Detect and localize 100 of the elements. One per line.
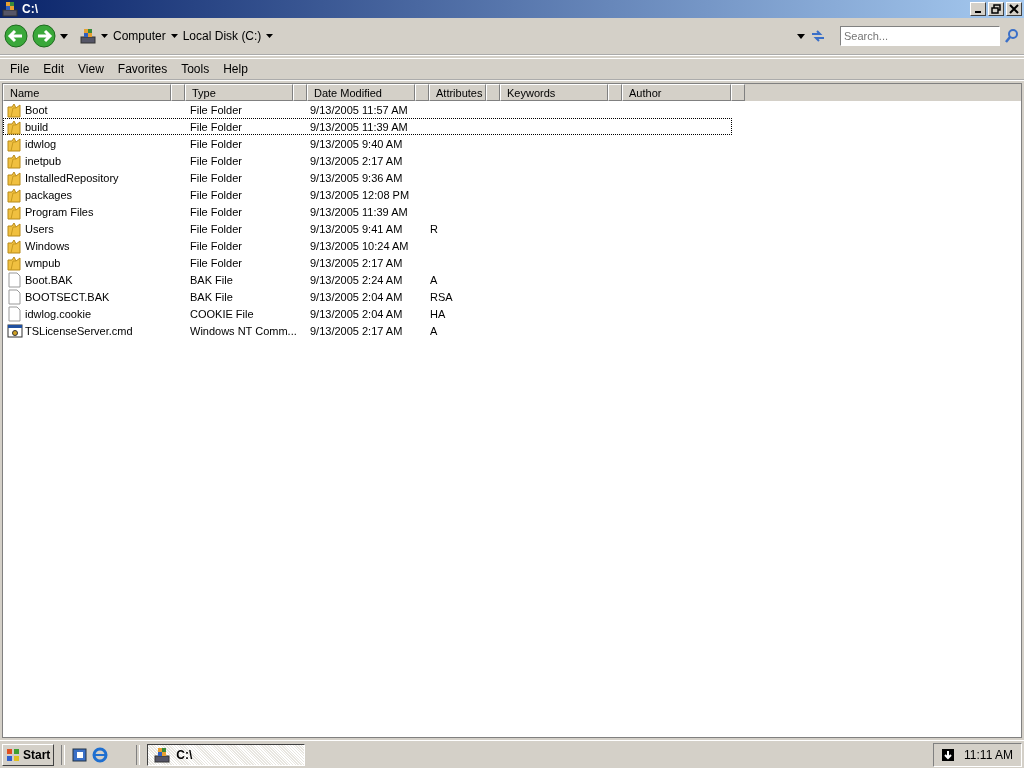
file-name[interactable]: Boot <box>25 103 48 116</box>
menu-item[interactable]: File <box>3 62 37 76</box>
column-header[interactable]: Name <box>3 84 171 101</box>
file-name[interactable]: BOOTSECT.BAK <box>25 290 110 303</box>
command-icon <box>7 322 23 339</box>
caret-icon[interactable] <box>170 34 178 38</box>
table-row[interactable]: InstalledRepository File Folder 9/13/2005 9:36 AM <box>3 169 732 186</box>
windows-logo-icon <box>6 747 20 762</box>
table-row[interactable]: build File Folder 9/13/2005 11:39 AM <box>3 118 732 135</box>
table-cell: File Folder <box>190 120 242 133</box>
table-row[interactable]: Boot File Folder 9/13/2005 11:57 AM <box>3 101 732 118</box>
folder-icon <box>7 186 23 203</box>
column-header[interactable]: Author <box>622 84 731 101</box>
table-cell: File Folder <box>190 188 242 201</box>
start-button[interactable]: Start <box>2 743 55 766</box>
refresh-icon[interactable] <box>810 28 826 44</box>
browser-icon[interactable] <box>92 746 109 763</box>
caret-icon[interactable] <box>60 33 68 39</box>
table-cell: BAK File <box>190 290 233 303</box>
breadcrumb[interactable]: Local Disk (C:) <box>182 29 262 43</box>
search-icon[interactable] <box>1004 28 1020 44</box>
file-icon <box>7 305 23 322</box>
file-icon <box>7 271 23 288</box>
file-name[interactable]: idwlog.cookie <box>25 307 92 320</box>
window-title: C:\ <box>22 2 39 16</box>
show-desktop-icon[interactable] <box>72 746 89 763</box>
breadcrumb[interactable]: Computer <box>113 29 166 43</box>
file-name[interactable]: Program Files <box>25 205 94 218</box>
folder-icon <box>7 135 23 152</box>
folder-icon <box>7 118 23 135</box>
file-name[interactable]: Boot.BAK <box>25 273 73 286</box>
file-name[interactable]: InstalledRepository <box>25 171 119 184</box>
table-cell: COOKIE File <box>190 307 254 320</box>
table-cell: File Folder <box>190 205 242 218</box>
table-cell: File Folder <box>190 137 242 150</box>
close-icon <box>1009 4 1019 14</box>
table-row[interactable]: packages File Folder 9/13/2005 12:08 PM <box>3 186 732 203</box>
folder-icon <box>7 203 23 220</box>
table-cell: 9/13/2005 11:39 AM <box>310 205 408 218</box>
column-header[interactable]: Date Modified <box>307 84 415 101</box>
table-row[interactable]: Boot.BAK BAK File 9/13/2005 2:24 AM A <box>3 271 732 288</box>
address-bar[interactable]: Computer Local Disk (C:) <box>76 24 830 48</box>
table-cell: File Folder <box>190 239 242 252</box>
drive-icon <box>2 1 18 17</box>
menu-item[interactable]: Edit <box>36 62 72 76</box>
close-button[interactable] <box>1006 2 1022 16</box>
minimize-button[interactable] <box>970 2 986 16</box>
file-name[interactable]: wmpub <box>25 256 61 269</box>
back-icon[interactable] <box>4 24 28 48</box>
drive-icon <box>154 746 171 763</box>
table-cell: 9/13/2005 2:04 AM <box>310 307 403 320</box>
table-row[interactable]: Program Files File Folder 9/13/2005 11:39 AM <box>3 203 732 220</box>
menu-item[interactable]: Tools <box>174 62 217 76</box>
table-row[interactable]: inetpub File Folder 9/13/2005 2:17 AM <box>3 152 732 169</box>
table-cell: 9/13/2005 2:24 AM <box>310 273 403 286</box>
download-icon[interactable] <box>942 748 955 761</box>
table-row[interactable]: Windows File Folder 9/13/2005 10:24 AM <box>3 237 732 254</box>
file-name[interactable]: packages <box>25 188 73 201</box>
restore-icon <box>991 4 1001 14</box>
table-cell: 9/13/2005 2:04 AM <box>310 290 403 303</box>
file-name[interactable]: build <box>25 120 49 133</box>
file-name[interactable]: idwlog <box>25 137 57 150</box>
file-name[interactable]: Windows <box>25 239 70 252</box>
table-cell: Windows NT Comm... <box>190 324 297 337</box>
table-row[interactable]: idwlog.cookie COOKIE File 9/13/2005 2:04 AM HA <box>3 305 732 322</box>
table-cell: A <box>430 273 438 286</box>
dropdown-icon[interactable] <box>797 33 805 39</box>
menu-item[interactable]: Favorites <box>110 62 175 76</box>
forward-icon[interactable] <box>32 24 56 48</box>
taskbar-button[interactable]: C:\ <box>147 743 306 766</box>
folder-icon <box>7 152 23 169</box>
table-cell: File Folder <box>190 222 242 235</box>
table-cell: 9/13/2005 9:40 AM <box>310 137 403 150</box>
restore-button[interactable] <box>988 2 1004 16</box>
caret-icon[interactable] <box>101 34 108 38</box>
column-header[interactable]: Attributes <box>429 84 486 101</box>
folder-icon <box>7 169 23 186</box>
table-cell: 9/13/2005 11:57 AM <box>310 103 408 116</box>
table-cell: File Folder <box>190 103 242 116</box>
table-row[interactable]: wmpub File Folder 9/13/2005 2:17 AM <box>3 254 732 271</box>
file-name[interactable]: TSLicenseServer.cmd <box>25 324 133 337</box>
menu-item[interactable]: View <box>71 62 111 76</box>
table-cell: 9/13/2005 9:36 AM <box>310 171 403 184</box>
table-cell: File Folder <box>190 154 242 167</box>
drive-icon <box>80 28 96 44</box>
search-field[interactable]: Search... <box>840 26 1000 46</box>
file-name[interactable]: inetpub <box>25 154 62 167</box>
table-cell: 9/13/2005 2:17 AM <box>310 154 403 167</box>
table-cell: 9/13/2005 12:08 PM <box>310 188 410 201</box>
caret-icon[interactable] <box>266 34 274 38</box>
menu-item[interactable]: Help <box>216 62 255 76</box>
table-cell: 9/13/2005 9:41 AM <box>310 222 403 235</box>
table-row[interactable]: idwlog File Folder 9/13/2005 9:40 AM <box>3 135 732 152</box>
table-cell: HA <box>430 307 446 320</box>
column-header[interactable]: Type <box>185 84 293 101</box>
table-row[interactable]: TSLicenseServer.cmd Windows NT Comm... 9/13/2005 2:17 AM A <box>3 322 732 339</box>
column-header[interactable]: Keywords <box>500 84 608 101</box>
table-row[interactable]: BOOTSECT.BAK BAK File 9/13/2005 2:04 AM RSA <box>3 288 732 305</box>
table-row[interactable]: Users File Folder 9/13/2005 9:41 AM R <box>3 220 732 237</box>
file-name[interactable]: Users <box>25 222 54 235</box>
